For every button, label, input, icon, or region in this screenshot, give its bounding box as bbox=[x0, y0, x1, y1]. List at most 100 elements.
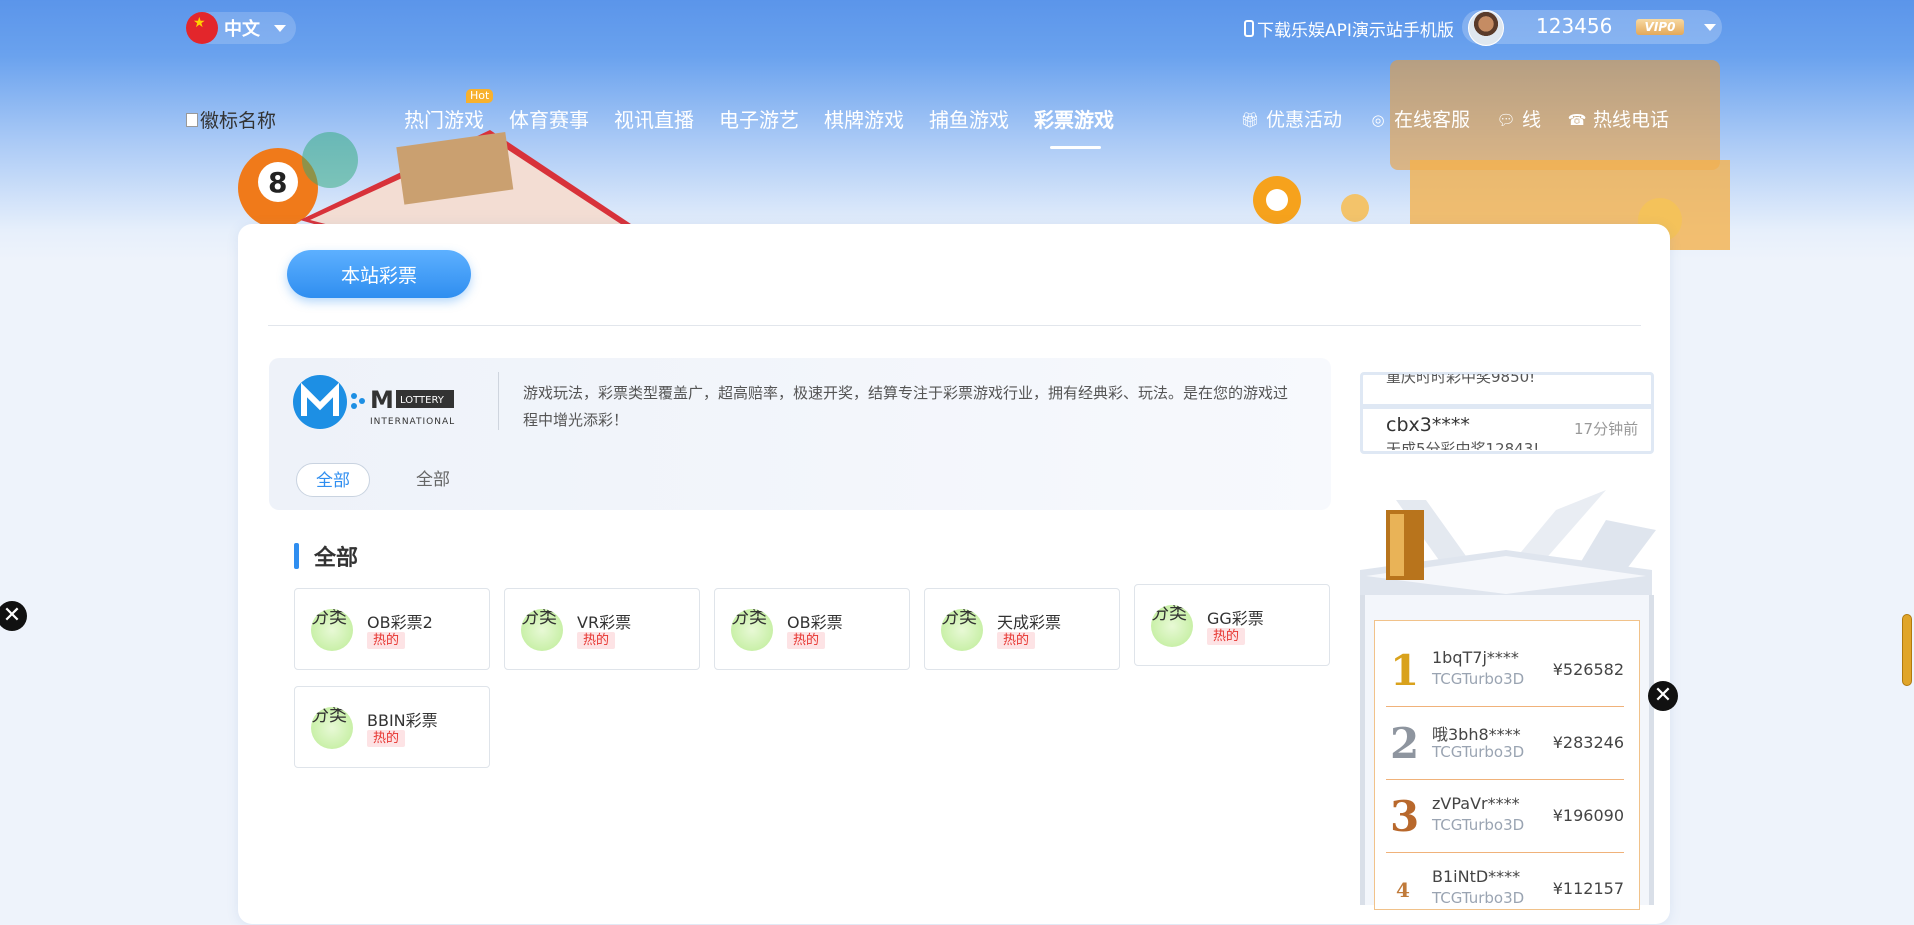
divider bbox=[1362, 404, 1652, 409]
silver-medal-icon: 2 bbox=[1390, 719, 1420, 768]
nav-slots[interactable]: 电子游艺 bbox=[719, 104, 812, 144]
china-flag-icon bbox=[186, 12, 218, 44]
language-selector[interactable]: 中文 bbox=[186, 12, 296, 44]
header-right-links: 🎁︎ 优惠活动 ◎ 在线客服 💬︎ 线 ☎ 热线电话 bbox=[1240, 104, 1669, 136]
site-logo[interactable]: 徽标名称 bbox=[186, 106, 276, 133]
line-label: 线 bbox=[1522, 109, 1542, 131]
nav-lottery[interactable]: 彩票游戏 bbox=[1034, 104, 1127, 149]
card-image: 分类 bbox=[731, 609, 773, 651]
lottery-banner-art-left: 8 bbox=[238, 130, 640, 250]
card-image: 分类 bbox=[1151, 605, 1193, 647]
winner-name: cbx3**** bbox=[1386, 414, 1470, 436]
ranking-row: 1 1bqT7j**** TCGTurbo3D ¥526582 bbox=[1386, 634, 1624, 707]
hot-tag: 热的 bbox=[1207, 628, 1246, 645]
avatar[interactable] bbox=[1468, 10, 1504, 46]
card-name: OB彩票2 bbox=[367, 613, 433, 632]
logo-text: LOTTERY bbox=[400, 395, 445, 406]
lottery-card-tiancheng[interactable]: 分类 天成彩票 热的 bbox=[924, 588, 1120, 670]
chevron-down-icon[interactable] bbox=[1704, 24, 1716, 31]
rank-amount: ¥526582 bbox=[1552, 660, 1624, 679]
lottery-card-bbin[interactable]: 分类 BBIN彩票 热的 bbox=[294, 686, 490, 768]
card-name: GG彩票 bbox=[1207, 609, 1264, 628]
rank-amount: ¥112157 bbox=[1552, 879, 1624, 898]
line-link[interactable]: 💬︎ 线 bbox=[1496, 104, 1542, 136]
logo-alt-text: 徽标名称 bbox=[200, 110, 277, 132]
lottery-card-ob2[interactable]: 分类 OB彩票2 热的 bbox=[294, 588, 490, 670]
lottery-card-ob[interactable]: 分类 OB彩票 热的 bbox=[714, 588, 910, 670]
provider-description: 游戏玩法，彩票类型覆盖广，超高赔率，极速开奖，结算专注于彩票游戏行业，拥有经典彩… bbox=[523, 384, 1289, 429]
hot-tag: 热的 bbox=[997, 632, 1036, 649]
lottery-card-gg[interactable]: 分类 GG彩票 热的 bbox=[1134, 584, 1330, 666]
close-icon[interactable]: ✕ bbox=[0, 601, 27, 631]
ranking-row: 3 zVPaVr**** TCGTurbo3D ¥196090 bbox=[1386, 780, 1624, 853]
rank-game: TCGTurbo3D bbox=[1432, 816, 1525, 834]
rank-username: 哦3bh8**** bbox=[1432, 725, 1521, 744]
phone-icon: ☎ bbox=[1567, 111, 1587, 129]
chevron-down-icon bbox=[274, 24, 286, 32]
card-image: 分类 bbox=[311, 707, 353, 749]
card-image: 分类 bbox=[941, 609, 983, 651]
card-name: BBIN彩票 bbox=[367, 711, 438, 730]
bronze-medal-icon: 3 bbox=[1390, 792, 1420, 841]
hot-badge: Hot bbox=[466, 89, 494, 103]
nav-label: 棋牌游戏 bbox=[824, 108, 904, 132]
rank-game: TCGTurbo3D bbox=[1432, 743, 1525, 761]
hot-tag: 热的 bbox=[577, 632, 616, 649]
svg-text:8: 8 bbox=[268, 166, 287, 199]
nav-fishing[interactable]: 捕鱼游戏 bbox=[929, 104, 1022, 144]
nav-label: 体育赛事 bbox=[509, 108, 589, 132]
rank-username: zVPaVr**** bbox=[1432, 794, 1520, 813]
ranking-row: 2 哦3bh8**** TCGTurbo3D ¥283246 bbox=[1386, 707, 1624, 780]
nav-label: 电子游艺 bbox=[719, 108, 799, 132]
card-name: OB彩票 bbox=[787, 613, 843, 632]
close-icon[interactable]: ✕ bbox=[1648, 681, 1678, 711]
scrollbar-thumb[interactable] bbox=[1902, 614, 1912, 686]
nav-label: 视讯直播 bbox=[614, 108, 694, 132]
site-lottery-button[interactable]: 本站彩票 bbox=[287, 250, 471, 298]
nav-card-games[interactable]: 棋牌游戏 bbox=[824, 104, 917, 144]
hotline-label: 热线电话 bbox=[1593, 109, 1670, 131]
customer-service-label: 在线客服 bbox=[1394, 109, 1471, 131]
nav-hot-games[interactable]: 热门游戏 Hot bbox=[404, 89, 497, 144]
winner-time: 17分钟前 bbox=[1574, 420, 1639, 438]
rank-amount: ¥196090 bbox=[1552, 806, 1624, 825]
headset-icon: ◎ bbox=[1371, 111, 1385, 129]
rank-username: 1bqT7j**** bbox=[1432, 648, 1519, 667]
ranking-row: 4 B1iNtD**** TCGTurbo3D ¥112157 bbox=[1386, 853, 1624, 925]
card-name: 天成彩票 bbox=[997, 613, 1062, 632]
nav-label: 彩票游戏 bbox=[1034, 108, 1114, 132]
nav-live-casino[interactable]: 视讯直播 bbox=[614, 104, 707, 144]
card-image: 分类 bbox=[521, 609, 563, 651]
username: 123456 bbox=[1536, 14, 1613, 38]
tab-all-selected[interactable]: 全部 bbox=[296, 463, 370, 497]
nav-label: 捕鱼游戏 bbox=[929, 108, 1009, 132]
divider bbox=[268, 325, 1641, 326]
gift-icon: 🎁︎ bbox=[1240, 111, 1260, 129]
promotions-link[interactable]: 🎁︎ 优惠活动 bbox=[1240, 104, 1342, 136]
divider bbox=[498, 372, 499, 430]
lottery-card-vr[interactable]: 分类 VR彩票 热的 bbox=[504, 588, 700, 670]
section-title: 全部 bbox=[294, 540, 358, 572]
promotions-label: 优惠活动 bbox=[1266, 109, 1343, 131]
mobile-phone-icon bbox=[1244, 20, 1254, 37]
customer-service-link[interactable]: ◎ 在线客服 bbox=[1368, 104, 1470, 136]
broken-image-icon bbox=[186, 112, 198, 127]
hotline-link[interactable]: ☎ 热线电话 bbox=[1567, 104, 1669, 136]
language-label: 中文 bbox=[224, 19, 260, 40]
svg-text:M: M bbox=[370, 386, 394, 414]
nav-sports[interactable]: 体育赛事 bbox=[509, 104, 602, 144]
card-image: 分类 bbox=[311, 609, 353, 651]
rank-amount: ¥283246 bbox=[1552, 733, 1624, 752]
download-app-label: 下载乐娱API演示站手机版 bbox=[1257, 21, 1454, 41]
tab-all[interactable]: 全部 bbox=[416, 463, 450, 497]
logo-subtext: INTERNATIONAL bbox=[370, 417, 455, 427]
nav-label: 热门游戏 bbox=[404, 108, 484, 132]
m-lottery-logo: M LOTTERY INTERNATIONAL bbox=[293, 375, 455, 429]
download-app-link[interactable]: 下载乐娱API演示站手机版 bbox=[1244, 16, 1454, 41]
vip-badge: VIP0 bbox=[1636, 19, 1684, 35]
hot-tag: 热的 bbox=[367, 632, 406, 649]
line-icon: 💬︎ bbox=[1496, 111, 1516, 129]
main-nav: 热门游戏 Hot 体育赛事 视讯直播 电子游艺 棋牌游戏 捕鱼游戏 彩票游戏 bbox=[404, 89, 1139, 149]
gold-medal-icon: 1 bbox=[1390, 646, 1420, 695]
rank-game: TCGTurbo3D bbox=[1432, 889, 1525, 907]
